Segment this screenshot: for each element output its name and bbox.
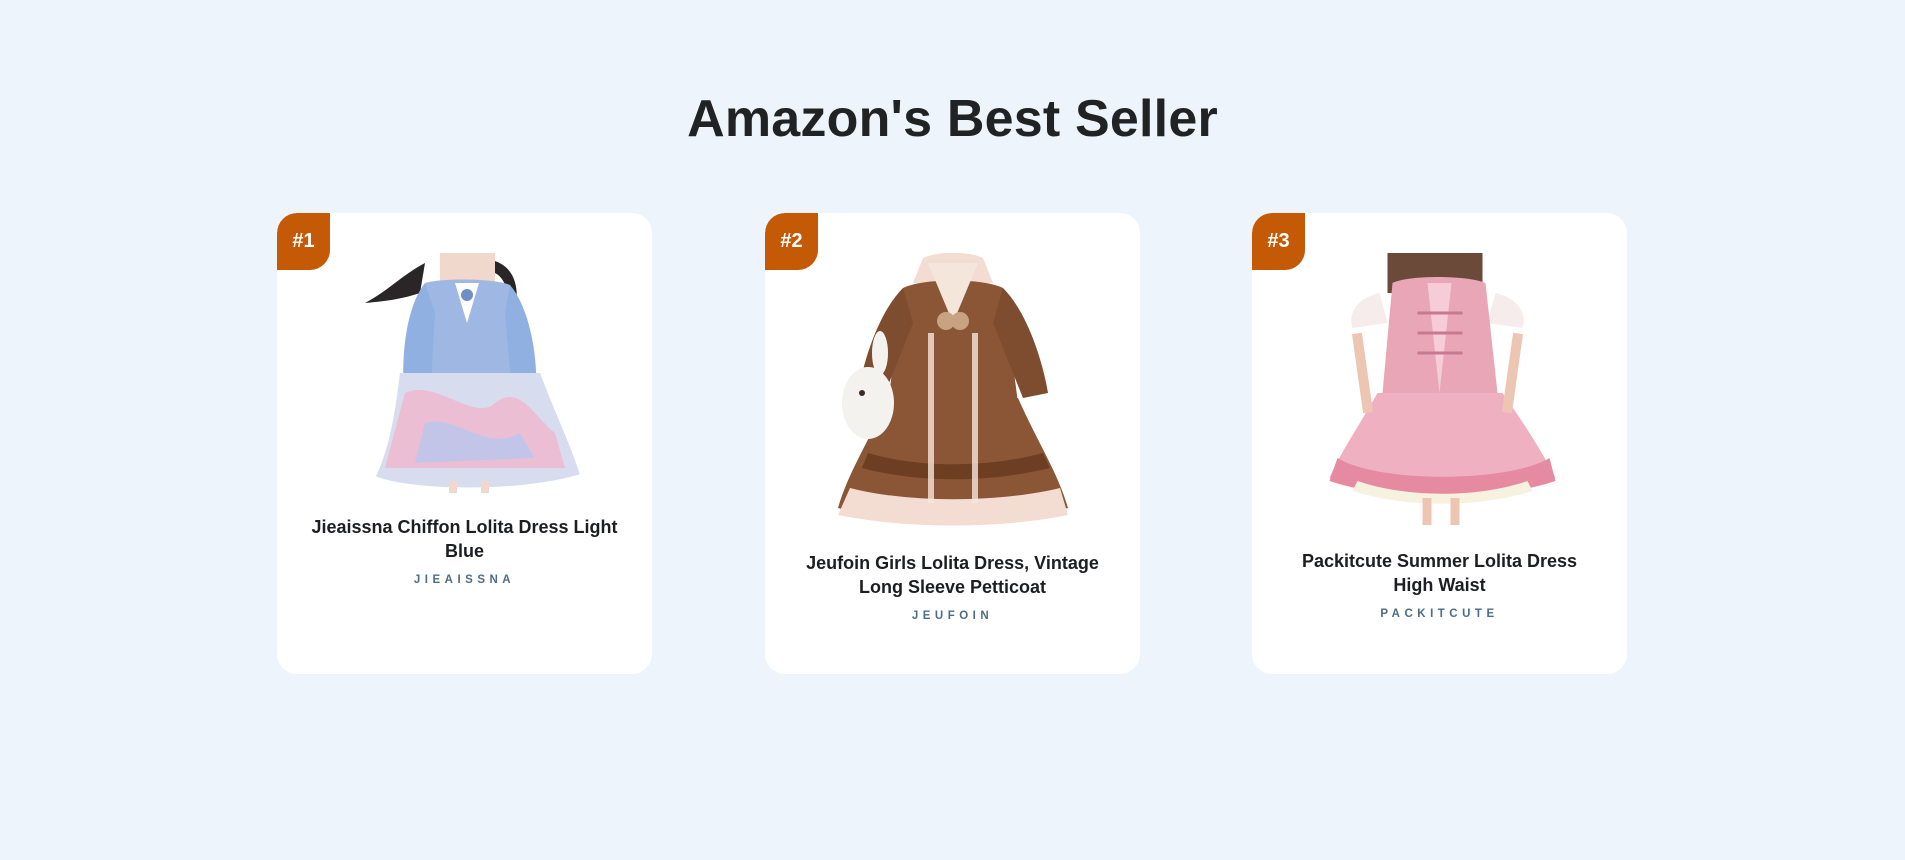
product-card[interactable]: #2 Jeufoin Girls Lolita Dress, Vintage L…	[765, 213, 1140, 674]
page-title: Amazon's Best Seller	[687, 90, 1218, 148]
product-image[interactable]	[1317, 253, 1562, 525]
product-card[interactable]: #3 Packitcute Summer Lolita Dress High W…	[1252, 213, 1627, 674]
product-name[interactable]: Jieaissna Chiffon Lolita Dress Light Blu…	[307, 515, 622, 563]
rank-badge: #2	[765, 213, 818, 270]
brand-label: JIEAISSNA	[413, 574, 516, 586]
rank-badge: #3	[1252, 213, 1305, 270]
brand-label: PACKITCUTE	[1380, 608, 1499, 620]
product-name[interactable]: Jeufoin Girls Lolita Dress, Vintage Long…	[795, 551, 1110, 599]
rank-badge: #1	[277, 213, 330, 270]
brand-label: JEUFOIN	[911, 610, 994, 622]
product-image[interactable]	[828, 253, 1078, 529]
product-image[interactable]	[345, 253, 585, 493]
product-card[interactable]: #1 Jieaissna Chiffon Lolita Dress Light …	[277, 213, 652, 674]
product-name[interactable]: Packitcute Summer Lolita Dress High Wais…	[1282, 549, 1597, 597]
